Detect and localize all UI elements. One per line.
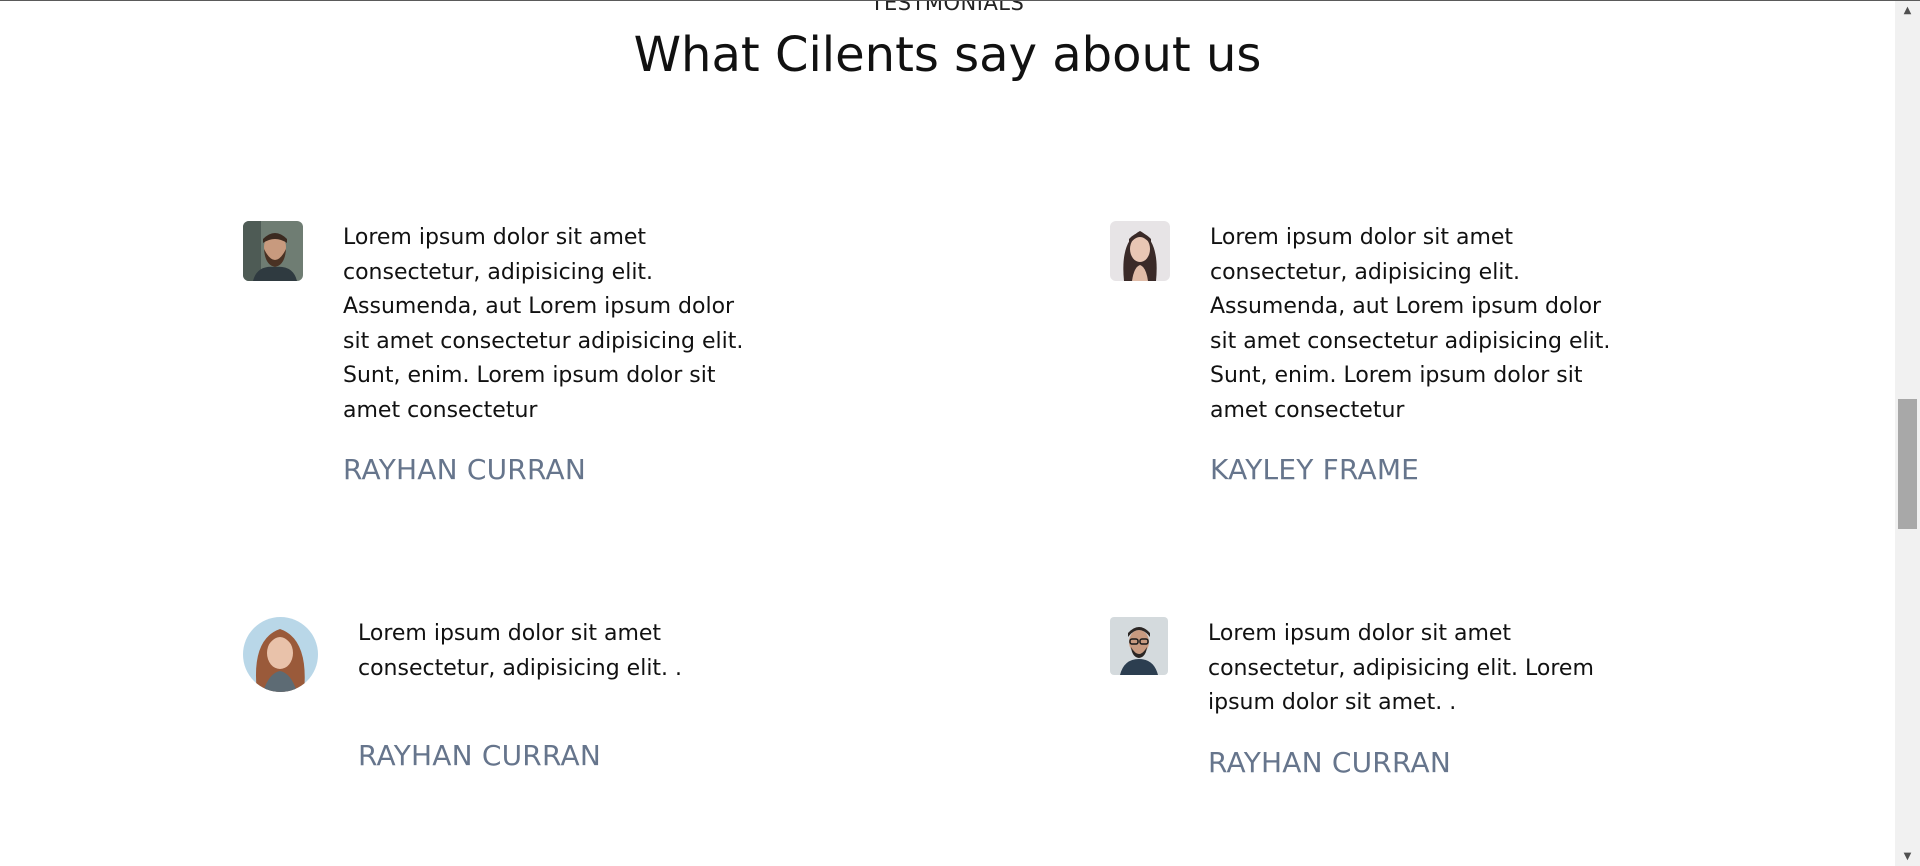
red-haired-woman-avatar-icon — [243, 617, 318, 692]
section-kicker: TESTMONIALS — [870, 0, 1025, 15]
bearded-man-avatar-icon — [243, 221, 303, 281]
man-with-glasses-avatar-icon — [1110, 617, 1168, 675]
testimonial-quote: Lorem ipsum dolor sit amet consectetur, … — [1210, 225, 1611, 423]
testimonial-card: Lorem ipsum dolor sit amet consectetur, … — [1110, 221, 1630, 486]
testimonial-content: Lorem ipsum dolor sit amet consectetur, … — [1208, 617, 1648, 779]
testimonial-quote: Lorem ipsum dolor sit amet consectetur, … — [358, 621, 683, 681]
testimonial-card: Lorem ipsum dolor sit amet consectetur, … — [1110, 617, 1648, 779]
testimonial-card: Lorem ipsum dolor sit amet consectetur, … — [243, 221, 763, 486]
woman-long-hair-avatar-icon — [1110, 221, 1170, 281]
testimonial-author: RAYHAN CURRAN — [358, 739, 601, 772]
testimonial-content: Lorem ipsum dolor sit amet consectetur, … — [1210, 221, 1630, 486]
testimonial-quote: Lorem ipsum dolor sit amet consectetur, … — [1208, 621, 1594, 715]
section-title: What Cilents say about us — [633, 27, 1262, 83]
testimonial-content: Lorem ipsum dolor sit amet consectetur, … — [343, 221, 763, 486]
scroll-up-arrow-icon[interactable]: ▲ — [1895, 1, 1920, 21]
testimonial-content: Lorem ipsum dolor sit amet consectetur, … — [358, 617, 698, 772]
testimonial-author: KAYLEY FRAME — [1210, 453, 1420, 486]
scrollbar-thumb[interactable] — [1898, 399, 1917, 529]
scroll-down-arrow-icon[interactable]: ▼ — [1895, 847, 1920, 866]
testimonial-author: RAYHAN CURRAN — [1208, 745, 1451, 779]
testimonial-quote: Lorem ipsum dolor sit amet consectetur, … — [343, 225, 744, 423]
testimonial-author: RAYHAN CURRAN — [343, 453, 586, 486]
vertical-scrollbar[interactable]: ▲ ▼ — [1895, 1, 1920, 866]
testimonials-page: TESTMONIALS What Cilents say about us Lo… — [0, 0, 1920, 866]
testimonial-card: Lorem ipsum dolor sit amet consectetur, … — [243, 617, 698, 772]
